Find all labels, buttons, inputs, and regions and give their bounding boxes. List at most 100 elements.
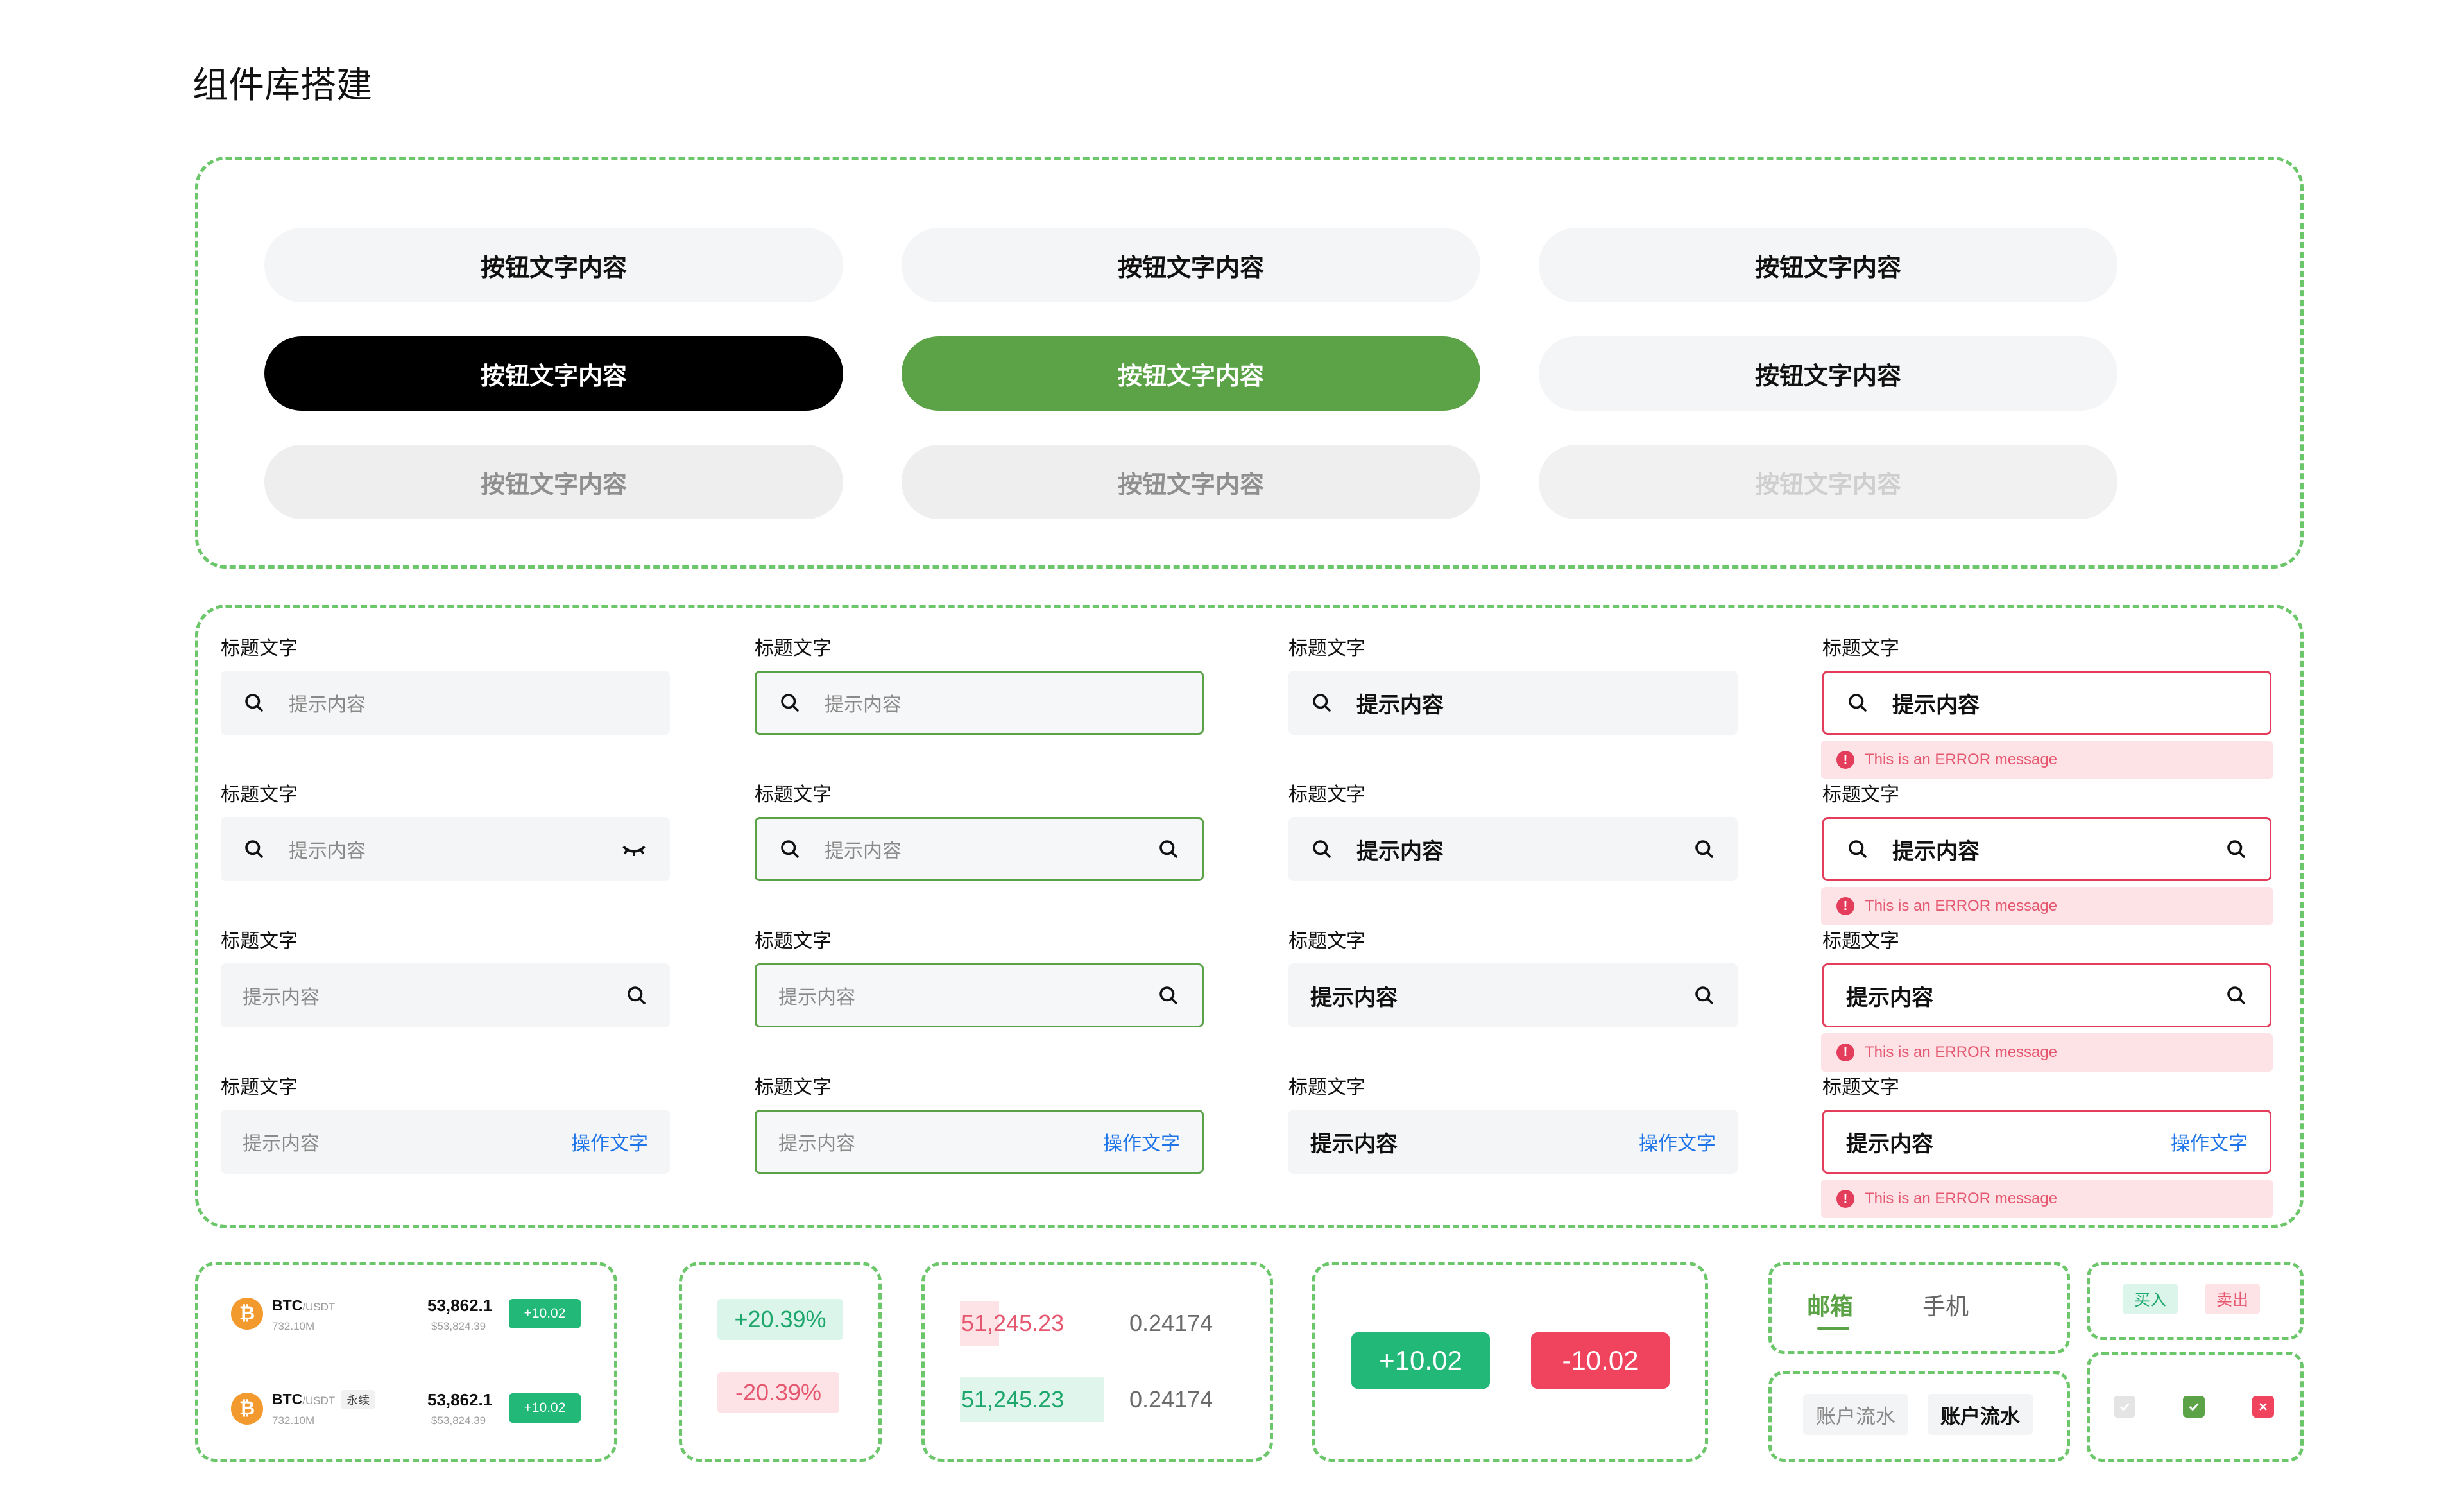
search-icon xyxy=(781,840,799,858)
percent-down-badge: -20.39% xyxy=(717,1372,839,1413)
filter-chip[interactable]: 账户流水 xyxy=(1803,1394,1908,1435)
search-icon[interactable] xyxy=(1157,984,1180,1007)
search-input-error[interactable]: 提示内容 xyxy=(1822,671,2272,735)
eye-closed-icon[interactable] xyxy=(620,835,648,863)
search-icon[interactable] xyxy=(1693,837,1716,861)
field-title: 标题文字 xyxy=(1822,638,1899,659)
field-title: 标题文字 xyxy=(1822,784,1899,805)
error-message: ! This is an ERROR message xyxy=(1821,1180,2273,1218)
button-default[interactable]: 按钮文字内容 xyxy=(902,228,1480,302)
checkbox-checked[interactable] xyxy=(2183,1396,2205,1418)
field-title: 标题文字 xyxy=(221,784,298,805)
button-default[interactable]: 按钮文字内容 xyxy=(1539,336,2118,411)
checkbox-disabled xyxy=(2114,1396,2135,1418)
search-icon xyxy=(245,694,263,712)
action-link[interactable]: 操作文字 xyxy=(1103,1128,1180,1156)
field-title: 标题文字 xyxy=(1822,931,1899,952)
search-input-focused[interactable]: 提示内容 xyxy=(755,817,1204,881)
checkbox-error[interactable] xyxy=(2252,1396,2274,1418)
button-disabled: 按钮文字内容 xyxy=(264,445,843,519)
search-icon xyxy=(245,840,263,858)
tab-email[interactable]: 邮箱 xyxy=(1807,1288,1853,1321)
orderbook-sell-price: 51,245.23 xyxy=(961,1310,1065,1336)
input-value: 提示内容 xyxy=(1356,692,1444,717)
field-title: 标题文字 xyxy=(1288,638,1365,659)
search-input-trailing-error[interactable]: 提示内容 xyxy=(1822,963,2272,1027)
search-input-trailing[interactable]: 提示内容 xyxy=(221,963,670,1027)
button-default[interactable]: 按钮文字内容 xyxy=(1539,228,2118,302)
percent-up-badge: +20.39% xyxy=(717,1299,843,1340)
button-disabled-light: 按钮文字内容 xyxy=(1539,445,2118,519)
text-input-with-action[interactable]: 提示内容 操作文字 xyxy=(221,1110,670,1174)
search-icon xyxy=(781,694,799,712)
search-icon[interactable] xyxy=(1157,837,1180,861)
tab-phone[interactable]: 手机 xyxy=(1922,1288,1969,1321)
alert-icon: ! xyxy=(1836,751,1854,769)
search-input[interactable]: 提示内容 xyxy=(221,671,670,735)
alert-icon: ! xyxy=(1836,1190,1854,1208)
text-input-with-action-filled[interactable]: 提示内容 操作文字 xyxy=(1288,1110,1738,1174)
input-placeholder: 提示内容 xyxy=(289,841,366,862)
input-placeholder: 提示内容 xyxy=(825,841,902,862)
ticker-card xyxy=(195,1262,617,1462)
ticker-volume: 732.10M xyxy=(272,1414,315,1427)
search-icon[interactable] xyxy=(1693,984,1716,1007)
orderbook-sell-qty: 0.24174 xyxy=(1129,1310,1213,1336)
field-title: 标题文字 xyxy=(221,638,298,659)
ticker-price-fiat: $53,824.39 xyxy=(431,1414,486,1427)
text-input-with-action-error[interactable]: 提示内容 操作文字 xyxy=(1822,1110,2272,1174)
input-placeholder: 提示内容 xyxy=(243,1133,320,1155)
search-icon xyxy=(1313,694,1331,712)
ticker-price-fiat: $53,824.39 xyxy=(431,1320,486,1332)
field-title: 标题文字 xyxy=(1822,1077,1899,1098)
ticker-price: 53,862.1 xyxy=(427,1296,493,1315)
error-text: This is an ERROR message xyxy=(1865,1044,2058,1061)
field-title: 标题文字 xyxy=(1288,784,1365,805)
search-input-trailing-focused[interactable]: 提示内容 xyxy=(755,963,1204,1027)
trade-tags-card xyxy=(2087,1262,2304,1340)
sell-tag: 卖出 xyxy=(2205,1284,2260,1314)
search-input-trailing-filled[interactable]: 提示内容 xyxy=(1288,963,1738,1027)
search-icon[interactable] xyxy=(625,984,648,1007)
error-text: This is an ERROR message xyxy=(1865,897,2058,915)
ticker-pair: BTC/USDT xyxy=(272,1297,336,1314)
change-up-badge: +10.02 xyxy=(1351,1332,1490,1389)
input-value: 提示内容 xyxy=(1892,839,1980,864)
search-icon[interactable] xyxy=(2225,837,2248,861)
search-input-filled[interactable]: 提示内容 xyxy=(1288,671,1738,735)
input-value: 提示内容 xyxy=(1846,985,1933,1010)
input-value: 提示内容 xyxy=(1356,839,1444,864)
buy-tag: 买入 xyxy=(2123,1284,2178,1314)
input-placeholder: 提示内容 xyxy=(825,694,902,716)
error-text: This is an ERROR message xyxy=(1865,751,2058,768)
change-down-badge: -10.02 xyxy=(1531,1332,1670,1389)
field-title: 标题文字 xyxy=(1288,1077,1365,1098)
filter-chip-active[interactable]: 账户流水 xyxy=(1928,1394,2033,1435)
action-link[interactable]: 操作文字 xyxy=(2171,1128,2248,1156)
text-input-with-action-focused[interactable]: 提示内容 操作文字 xyxy=(755,1110,1204,1174)
check-icon xyxy=(2189,1403,2199,1411)
search-input-filled[interactable]: 提示内容 xyxy=(1288,817,1738,881)
search-input-focused[interactable]: 提示内容 xyxy=(755,671,1204,735)
ticker-pair: BTC/USDT 永续 xyxy=(272,1390,375,1409)
orderbook-card xyxy=(921,1262,1273,1462)
error-text: This is an ERROR message xyxy=(1865,1190,2058,1207)
input-placeholder: 提示内容 xyxy=(778,1133,855,1155)
search-icon[interactable] xyxy=(2225,984,2248,1007)
alert-icon: ! xyxy=(1836,1044,1854,1061)
button-default[interactable]: 按钮文字内容 xyxy=(264,228,843,302)
search-icon xyxy=(1849,840,1867,858)
check-icon xyxy=(2119,1403,2130,1411)
action-link[interactable]: 操作文字 xyxy=(571,1128,648,1156)
button-primary-green[interactable]: 按钮文字内容 xyxy=(902,336,1480,411)
button-primary-black[interactable]: 按钮文字内容 xyxy=(264,336,843,411)
password-input[interactable]: 提示内容 xyxy=(221,817,670,881)
input-value: 提示内容 xyxy=(1310,985,1398,1010)
ticker-change-badge: +10.02 xyxy=(509,1299,581,1328)
bitcoin-icon: ₿ xyxy=(231,1298,263,1330)
field-title: 标题文字 xyxy=(221,1077,298,1098)
search-icon xyxy=(1313,840,1331,858)
field-title: 标题文字 xyxy=(755,784,832,805)
action-link[interactable]: 操作文字 xyxy=(1639,1128,1716,1156)
search-input-error[interactable]: 提示内容 xyxy=(1822,817,2272,881)
